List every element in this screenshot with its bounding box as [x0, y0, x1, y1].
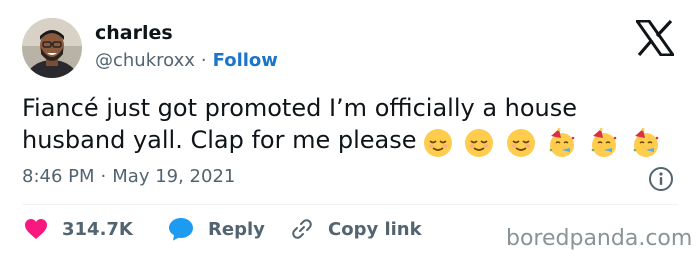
partying-face-icon [550, 128, 575, 157]
profile-photo-icon [22, 18, 82, 78]
tweet-time: 8:46 PM [22, 166, 95, 187]
emoji-row [423, 126, 665, 157]
display-name[interactable]: charles [95, 22, 173, 44]
tweet-timestamp[interactable]: 8:46 PM · May 19, 2021 [22, 166, 235, 187]
x-logo-icon[interactable] [634, 19, 676, 57]
divider [22, 204, 678, 205]
follow-button[interactable]: Follow [213, 50, 278, 71]
relieved-face-icon [506, 129, 535, 157]
partying-face-icon [633, 128, 659, 157]
user-handle[interactable]: @chukroxx [95, 50, 195, 71]
copy-link-label: Copy link [328, 218, 422, 240]
info-icon[interactable] [648, 166, 674, 192]
watermark: boredpanda.com [506, 226, 693, 251]
like-count: 314.7K [62, 218, 133, 240]
separator-dot: · [200, 50, 207, 71]
tweet-card: charles @chukroxx · Follow Fiancé just got… [0, 0, 700, 256]
partying-face-icon [591, 128, 617, 157]
handle-row: @chukroxx · Follow [95, 50, 278, 71]
avatar[interactable] [22, 18, 82, 78]
heart-icon [25, 219, 47, 239]
reply-bubble-icon [169, 218, 193, 241]
link-icon [292, 219, 312, 239]
reply-button[interactable]: Reply [168, 214, 265, 244]
relieved-face-icon [465, 129, 494, 157]
reply-label: Reply [208, 218, 265, 240]
tweet-text-block: Fiancé just got promoted I’m officially … [22, 92, 682, 157]
like-button[interactable]: 314.7K [24, 214, 133, 244]
copy-link-button[interactable]: Copy link [290, 214, 422, 244]
relieved-face-icon [423, 129, 452, 157]
separator-dot: · [100, 166, 107, 187]
tweet-date: May 19, 2021 [112, 166, 236, 187]
